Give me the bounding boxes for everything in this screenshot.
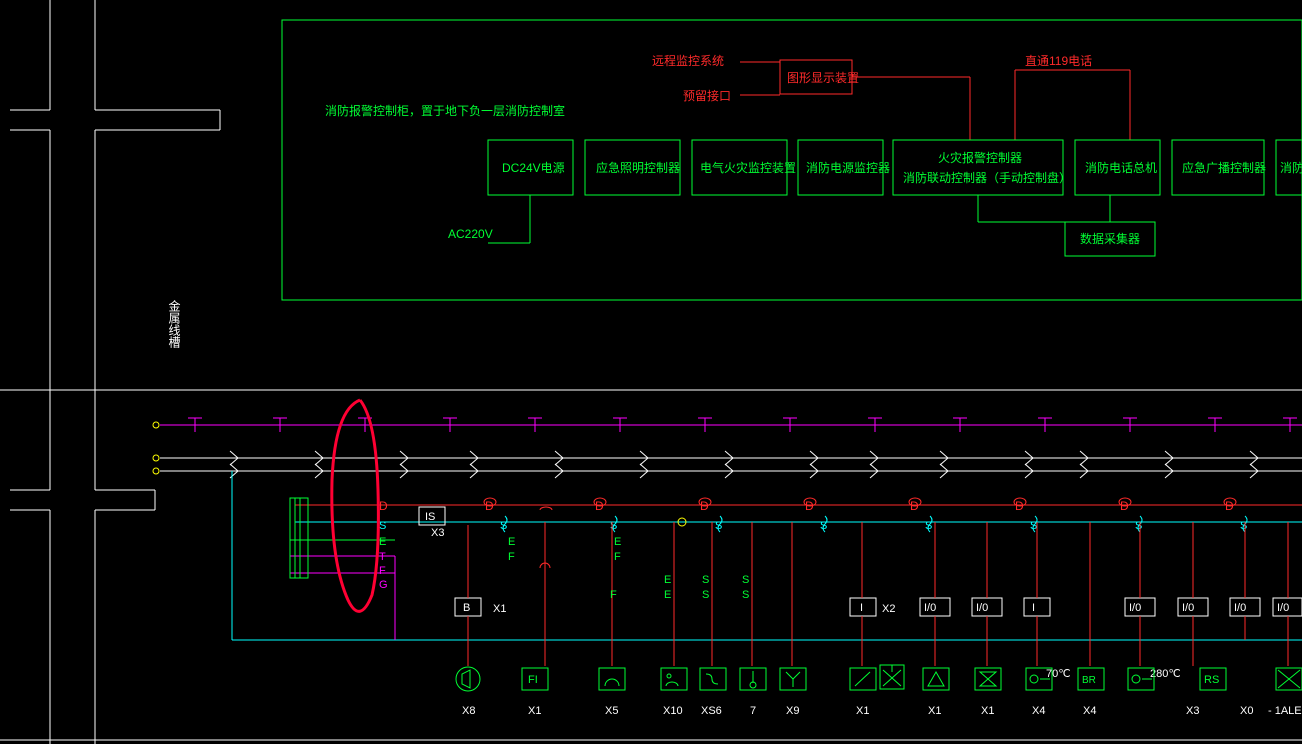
svg-text:I: I — [860, 602, 863, 614]
svg-text:RS: RS — [1204, 674, 1219, 686]
svg-text:应急广播控制器: 应急广播控制器 — [1182, 160, 1266, 175]
svg-text:I/0: I/0 — [924, 602, 936, 614]
display-device-label: 图形显示装置 — [787, 71, 859, 85]
direct-phone-label: 直通119电话 — [1025, 54, 1092, 68]
svg-text:70℃: 70℃ — [1046, 668, 1071, 680]
svg-text:X8: X8 — [462, 705, 475, 717]
structure-lines: 金属线槽 — [10, 0, 220, 744]
svg-text:X3: X3 — [431, 527, 444, 539]
svg-text:I/0: I/0 — [1129, 602, 1141, 614]
trunking-label: 金属线槽 — [167, 299, 181, 349]
svg-text:X2: X2 — [882, 603, 895, 615]
svg-text:X9: X9 — [786, 705, 799, 717]
control-panel: 消防报警控制柜，置于地下负一层消防控制室 远程监控系统 预留接口 直通119电话… — [282, 20, 1302, 300]
svg-text:X0: X0 — [1240, 705, 1253, 717]
svg-text:7: 7 — [750, 705, 756, 717]
svg-text:I: I — [1032, 602, 1035, 614]
svg-text:XS6: XS6 — [701, 705, 722, 717]
svg-text:X3: X3 — [1186, 705, 1199, 717]
svg-text:F: F — [379, 565, 386, 577]
svg-text:S: S — [742, 589, 749, 601]
row-boxes: DC24V电源 应急照明控制器 电气火灾监控装置 消防电源监控器 火灾报警控制器… — [488, 140, 1302, 195]
cad-viewport[interactable]: 金属线槽 消防报警控制柜，置于地下负一层消防控制室 远程监控系统 预留接口 直通… — [0, 0, 1302, 744]
svg-text:FI: FI — [528, 674, 538, 686]
svg-text:消防联动控制器（手动控制盘）: 消防联动控制器（手动控制盘） — [903, 170, 1071, 185]
remote-system-label: 远程监控系统 — [652, 53, 724, 68]
svg-text:X4: X4 — [1083, 705, 1096, 717]
svg-text:E: E — [379, 536, 386, 548]
svg-text:数据采集器: 数据采集器 — [1080, 231, 1140, 246]
svg-text:E: E — [664, 589, 671, 601]
svg-text:E: E — [614, 536, 621, 548]
svg-text:X1: X1 — [928, 705, 941, 717]
svg-text:应急照明控制器: 应急照明控制器 — [596, 160, 680, 175]
device-symbols: X8 FI X1 X5 X10 XS6 7 X9 X1 X1 — [456, 665, 1302, 717]
svg-text:S: S — [702, 574, 709, 586]
svg-text:F: F — [610, 589, 617, 601]
svg-text:I/0: I/0 — [1234, 602, 1246, 614]
svg-text:消防电: 消防电 — [1280, 160, 1302, 175]
svg-text:X4: X4 — [1032, 705, 1045, 717]
annotation-oval — [332, 400, 379, 611]
svg-text:X5: X5 — [605, 705, 618, 717]
svg-text:消防电话总机: 消防电话总机 — [1085, 160, 1157, 175]
svg-text:F: F — [614, 551, 621, 563]
cad-svg: 金属线槽 消防报警控制柜，置于地下负一层消防控制室 远程监控系统 预留接口 直通… — [0, 0, 1302, 744]
svg-text:I/0: I/0 — [1277, 602, 1289, 614]
svg-text:E: E — [508, 536, 515, 548]
svg-text:S: S — [742, 574, 749, 586]
svg-text:X1: X1 — [493, 603, 506, 615]
reserve-port-label: 预留接口 — [683, 88, 731, 103]
svg-text:G: G — [379, 579, 388, 591]
svg-text:AC220V: AC220V — [448, 227, 493, 241]
svg-text:S: S — [379, 520, 386, 532]
svg-text:DC24V电源: DC24V电源 — [502, 161, 565, 175]
svg-text:X10: X10 — [663, 705, 683, 717]
svg-text:I/0: I/0 — [976, 602, 988, 614]
svg-text:X1: X1 — [981, 705, 994, 717]
svg-text:- 1ALE1: - 1ALE1 — [1268, 705, 1302, 717]
svg-text:I/0: I/0 — [1182, 602, 1194, 614]
svg-text:D: D — [379, 499, 388, 513]
svg-text:X1: X1 — [528, 705, 541, 717]
svg-text:B: B — [463, 602, 470, 614]
module-row: IS X3 B X1 I X2 I/0 I/0 I I/0 I/0 I/0 I/… — [395, 507, 1302, 666]
svg-text:F: F — [508, 551, 515, 563]
svg-text:S: S — [702, 589, 709, 601]
svg-text:IS: IS — [425, 511, 435, 523]
svg-text:BR: BR — [1082, 675, 1096, 686]
panel-title: 消防报警控制柜，置于地下负一层消防控制室 — [325, 103, 565, 118]
svg-text:T: T — [379, 551, 386, 563]
svg-text:E: E — [664, 574, 671, 586]
svg-text:X1: X1 — [856, 705, 869, 717]
svg-text:火灾报警控制器: 火灾报警控制器 — [938, 150, 1022, 165]
svg-text:电气火灾监控装置: 电气火灾监控装置 — [700, 160, 796, 175]
svg-text:280℃: 280℃ — [1150, 668, 1181, 680]
svg-text:消防电源监控器: 消防电源监控器 — [806, 160, 890, 175]
